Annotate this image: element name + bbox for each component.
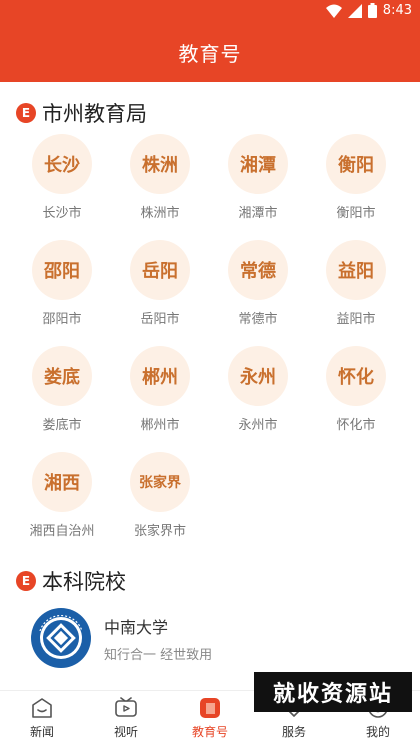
university-motto: 知行合一 经世致用 (104, 647, 213, 663)
video-icon (115, 697, 137, 717)
status-icons: 8:43 (325, 3, 412, 18)
city-badge: 怀化 (326, 346, 386, 406)
city-label: 张家界市 (133, 524, 186, 539)
city-badge: 常德 (228, 240, 288, 300)
university-text: 中南大学 知行合一 经世致用 (104, 614, 212, 663)
nav-item-education[interactable]: 教育号 (168, 691, 252, 744)
watermark: 就收资源站 (254, 672, 412, 712)
university-item-csu[interactable]: 中南大学 知行合一 经世致用 (30, 607, 212, 669)
city-badge: 湘潭 (228, 134, 288, 194)
city-badge: 邵阳 (32, 240, 92, 300)
city-label: 岳阳市 (140, 312, 180, 327)
section-title: 本科院校 (42, 570, 126, 594)
section-header-university: E 本科院校 (16, 566, 126, 596)
city-badge: 湘西 (32, 452, 92, 512)
city-badge: 郴州 (130, 346, 190, 406)
nav-label: 视听 (113, 725, 138, 739)
city-item-yueyang[interactable]: 岳阳 岳阳市 (110, 240, 210, 340)
city-item-changde[interactable]: 常德 常德市 (208, 240, 308, 340)
city-label: 湘潭市 (238, 206, 278, 221)
city-label: 郴州市 (140, 418, 180, 433)
signal-icon (347, 3, 362, 18)
city-label: 常德市 (238, 312, 278, 327)
city-item-hengyang[interactable]: 衡阳 衡阳市 (306, 134, 406, 234)
city-badge: 永州 (228, 346, 288, 406)
university-logo-icon (31, 608, 91, 668)
section-badge-icon: E (16, 571, 36, 591)
status-time: 8:43 (382, 3, 412, 18)
city-item-zhangjiajie[interactable]: 张家界 张家界市 (110, 452, 210, 552)
nav-label: 教育号 (191, 725, 228, 739)
city-label: 湘西自治州 (29, 524, 95, 539)
edu-icon (200, 698, 220, 718)
city-badge: 张家界 (130, 452, 190, 512)
city-item-zhuzhou[interactable]: 株洲 株洲市 (110, 134, 210, 234)
section-title: 市州教育局 (42, 102, 147, 126)
page-title: 教育号 (178, 41, 242, 66)
city-label: 娄底市 (42, 418, 82, 433)
city-item-chenzhou[interactable]: 郴州 郴州市 (110, 346, 210, 446)
city-item-shaoyang[interactable]: 邵阳 邵阳市 (12, 240, 112, 340)
nav-item-news[interactable]: 新闻 (0, 691, 84, 744)
app-header: 教育号 (0, 22, 420, 82)
city-item-huaihua[interactable]: 怀化 怀化市 (306, 346, 406, 446)
city-badge: 衡阳 (326, 134, 386, 194)
city-badge: 长沙 (32, 134, 92, 194)
city-badge: 株洲 (130, 134, 190, 194)
city-badge: 岳阳 (130, 240, 190, 300)
wifi-icon (325, 4, 342, 18)
city-item-xiangtan[interactable]: 湘潭 湘潭市 (208, 134, 308, 234)
nav-label: 新闻 (29, 725, 54, 739)
city-item-changsha[interactable]: 长沙 长沙市 (12, 134, 112, 234)
city-item-yongzhou[interactable]: 永州 永州市 (208, 346, 308, 446)
status-bar: 8:43 (0, 0, 420, 22)
nav-item-video[interactable]: 视听 (84, 691, 168, 744)
news-icon (32, 698, 52, 718)
city-badge: 娄底 (32, 346, 92, 406)
city-label: 永州市 (238, 418, 278, 433)
city-label: 邵阳市 (42, 312, 82, 327)
city-item-xiangxi[interactable]: 湘西 湘西自治州 (12, 452, 112, 552)
city-label: 怀化市 (336, 418, 376, 433)
section-header-city: E 市州教育局 (16, 98, 147, 128)
city-item-loudi[interactable]: 娄底 娄底市 (12, 346, 112, 446)
city-label: 长沙市 (42, 206, 82, 221)
city-item-yiyang[interactable]: 益阳 益阳市 (306, 240, 406, 340)
city-badge: 益阳 (326, 240, 386, 300)
city-label: 株洲市 (140, 206, 180, 221)
nav-label: 我的 (365, 725, 390, 739)
battery-icon (367, 3, 377, 18)
city-label: 益阳市 (336, 312, 376, 327)
university-name: 中南大学 (104, 617, 169, 637)
section-badge-icon: E (16, 103, 36, 123)
nav-label: 服务 (281, 725, 306, 739)
city-label: 衡阳市 (336, 206, 376, 221)
